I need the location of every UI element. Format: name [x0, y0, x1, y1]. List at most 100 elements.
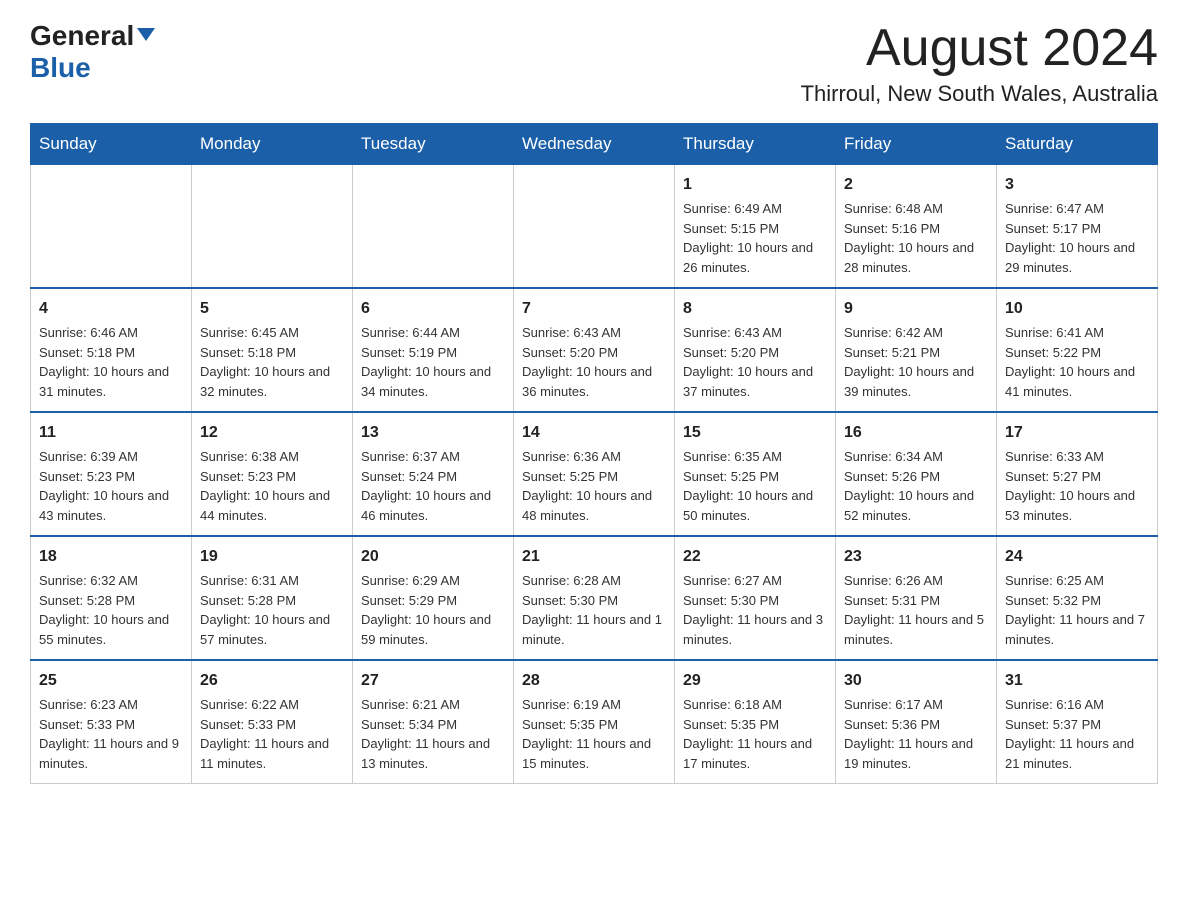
day-info: Daylight: 10 hours and 34 minutes.	[361, 362, 505, 401]
logo-general-text: General	[30, 20, 134, 52]
day-info: Sunrise: 6:48 AM	[844, 199, 988, 219]
table-row: 10Sunrise: 6:41 AMSunset: 5:22 PMDayligh…	[997, 288, 1158, 412]
day-info: Sunset: 5:19 PM	[361, 343, 505, 363]
day-number: 10	[1005, 297, 1149, 321]
day-number: 12	[200, 421, 344, 445]
table-row: 22Sunrise: 6:27 AMSunset: 5:30 PMDayligh…	[675, 536, 836, 660]
table-row: 7Sunrise: 6:43 AMSunset: 5:20 PMDaylight…	[514, 288, 675, 412]
day-number: 23	[844, 545, 988, 569]
table-row: 13Sunrise: 6:37 AMSunset: 5:24 PMDayligh…	[353, 412, 514, 536]
day-info: Sunset: 5:20 PM	[522, 343, 666, 363]
header-friday: Friday	[836, 124, 997, 165]
day-info: Daylight: 10 hours and 50 minutes.	[683, 486, 827, 525]
day-number: 5	[200, 297, 344, 321]
table-row	[514, 165, 675, 289]
table-row: 2Sunrise: 6:48 AMSunset: 5:16 PMDaylight…	[836, 165, 997, 289]
table-row: 24Sunrise: 6:25 AMSunset: 5:32 PMDayligh…	[997, 536, 1158, 660]
day-info: Sunset: 5:15 PM	[683, 219, 827, 239]
day-number: 8	[683, 297, 827, 321]
day-info: Daylight: 11 hours and 7 minutes.	[1005, 610, 1149, 649]
day-number: 14	[522, 421, 666, 445]
day-number: 17	[1005, 421, 1149, 445]
day-number: 16	[844, 421, 988, 445]
table-row: 9Sunrise: 6:42 AMSunset: 5:21 PMDaylight…	[836, 288, 997, 412]
day-info: Daylight: 10 hours and 37 minutes.	[683, 362, 827, 401]
day-info: Sunset: 5:20 PM	[683, 343, 827, 363]
table-row: 21Sunrise: 6:28 AMSunset: 5:30 PMDayligh…	[514, 536, 675, 660]
day-info: Sunrise: 6:17 AM	[844, 695, 988, 715]
day-info: Daylight: 10 hours and 29 minutes.	[1005, 238, 1149, 277]
day-info: Daylight: 10 hours and 53 minutes.	[1005, 486, 1149, 525]
month-title: August 2024	[801, 20, 1158, 77]
day-info: Daylight: 10 hours and 57 minutes.	[200, 610, 344, 649]
calendar-week-row: 11Sunrise: 6:39 AMSunset: 5:23 PMDayligh…	[31, 412, 1158, 536]
day-info: Sunset: 5:33 PM	[200, 715, 344, 735]
day-info: Sunrise: 6:43 AM	[522, 323, 666, 343]
day-info: Sunrise: 6:42 AM	[844, 323, 988, 343]
day-number: 18	[39, 545, 183, 569]
day-info: Daylight: 11 hours and 1 minute.	[522, 610, 666, 649]
day-number: 7	[522, 297, 666, 321]
calendar-week-row: 18Sunrise: 6:32 AMSunset: 5:28 PMDayligh…	[31, 536, 1158, 660]
day-info: Daylight: 11 hours and 9 minutes.	[39, 734, 183, 773]
day-info: Daylight: 11 hours and 17 minutes.	[683, 734, 827, 773]
day-number: 9	[844, 297, 988, 321]
day-number: 22	[683, 545, 827, 569]
day-info: Daylight: 11 hours and 21 minutes.	[1005, 734, 1149, 773]
day-info: Sunrise: 6:22 AM	[200, 695, 344, 715]
day-info: Sunrise: 6:26 AM	[844, 571, 988, 591]
day-info: Daylight: 10 hours and 26 minutes.	[683, 238, 827, 277]
day-info: Sunrise: 6:43 AM	[683, 323, 827, 343]
logo-triangle-icon	[137, 28, 155, 41]
day-number: 21	[522, 545, 666, 569]
day-number: 6	[361, 297, 505, 321]
day-info: Daylight: 10 hours and 28 minutes.	[844, 238, 988, 277]
day-info: Sunset: 5:23 PM	[39, 467, 183, 487]
day-info: Daylight: 11 hours and 11 minutes.	[200, 734, 344, 773]
day-info: Daylight: 10 hours and 44 minutes.	[200, 486, 344, 525]
logo-blue-text: Blue	[30, 52, 91, 83]
day-info: Sunset: 5:27 PM	[1005, 467, 1149, 487]
day-info: Sunset: 5:34 PM	[361, 715, 505, 735]
day-info: Daylight: 10 hours and 59 minutes.	[361, 610, 505, 649]
day-number: 3	[1005, 173, 1149, 197]
day-info: Daylight: 11 hours and 3 minutes.	[683, 610, 827, 649]
table-row: 28Sunrise: 6:19 AMSunset: 5:35 PMDayligh…	[514, 660, 675, 784]
day-info: Sunrise: 6:38 AM	[200, 447, 344, 467]
day-info: Sunset: 5:25 PM	[522, 467, 666, 487]
day-info: Daylight: 11 hours and 5 minutes.	[844, 610, 988, 649]
day-info: Sunset: 5:26 PM	[844, 467, 988, 487]
day-info: Sunrise: 6:27 AM	[683, 571, 827, 591]
day-number: 28	[522, 669, 666, 693]
day-info: Sunrise: 6:28 AM	[522, 571, 666, 591]
day-number: 2	[844, 173, 988, 197]
day-info: Daylight: 10 hours and 39 minutes.	[844, 362, 988, 401]
day-number: 4	[39, 297, 183, 321]
day-number: 11	[39, 421, 183, 445]
table-row: 5Sunrise: 6:45 AMSunset: 5:18 PMDaylight…	[192, 288, 353, 412]
day-info: Sunset: 5:22 PM	[1005, 343, 1149, 363]
day-info: Sunrise: 6:46 AM	[39, 323, 183, 343]
title-area: August 2024 Thirroul, New South Wales, A…	[801, 20, 1158, 107]
day-info: Sunset: 5:25 PM	[683, 467, 827, 487]
table-row: 29Sunrise: 6:18 AMSunset: 5:35 PMDayligh…	[675, 660, 836, 784]
day-number: 30	[844, 669, 988, 693]
day-info: Sunset: 5:17 PM	[1005, 219, 1149, 239]
day-info: Sunset: 5:16 PM	[844, 219, 988, 239]
day-info: Sunrise: 6:49 AM	[683, 199, 827, 219]
header-thursday: Thursday	[675, 124, 836, 165]
table-row: 16Sunrise: 6:34 AMSunset: 5:26 PMDayligh…	[836, 412, 997, 536]
day-info: Sunrise: 6:23 AM	[39, 695, 183, 715]
day-info: Sunset: 5:24 PM	[361, 467, 505, 487]
day-info: Sunset: 5:28 PM	[39, 591, 183, 611]
page-header: General Blue August 2024 Thirroul, New S…	[30, 20, 1158, 107]
table-row: 20Sunrise: 6:29 AMSunset: 5:29 PMDayligh…	[353, 536, 514, 660]
day-number: 31	[1005, 669, 1149, 693]
table-row: 15Sunrise: 6:35 AMSunset: 5:25 PMDayligh…	[675, 412, 836, 536]
day-info: Sunset: 5:18 PM	[200, 343, 344, 363]
table-row: 14Sunrise: 6:36 AMSunset: 5:25 PMDayligh…	[514, 412, 675, 536]
day-info: Daylight: 10 hours and 48 minutes.	[522, 486, 666, 525]
day-info: Sunset: 5:28 PM	[200, 591, 344, 611]
day-info: Sunrise: 6:19 AM	[522, 695, 666, 715]
weekday-header-row: Sunday Monday Tuesday Wednesday Thursday…	[31, 124, 1158, 165]
